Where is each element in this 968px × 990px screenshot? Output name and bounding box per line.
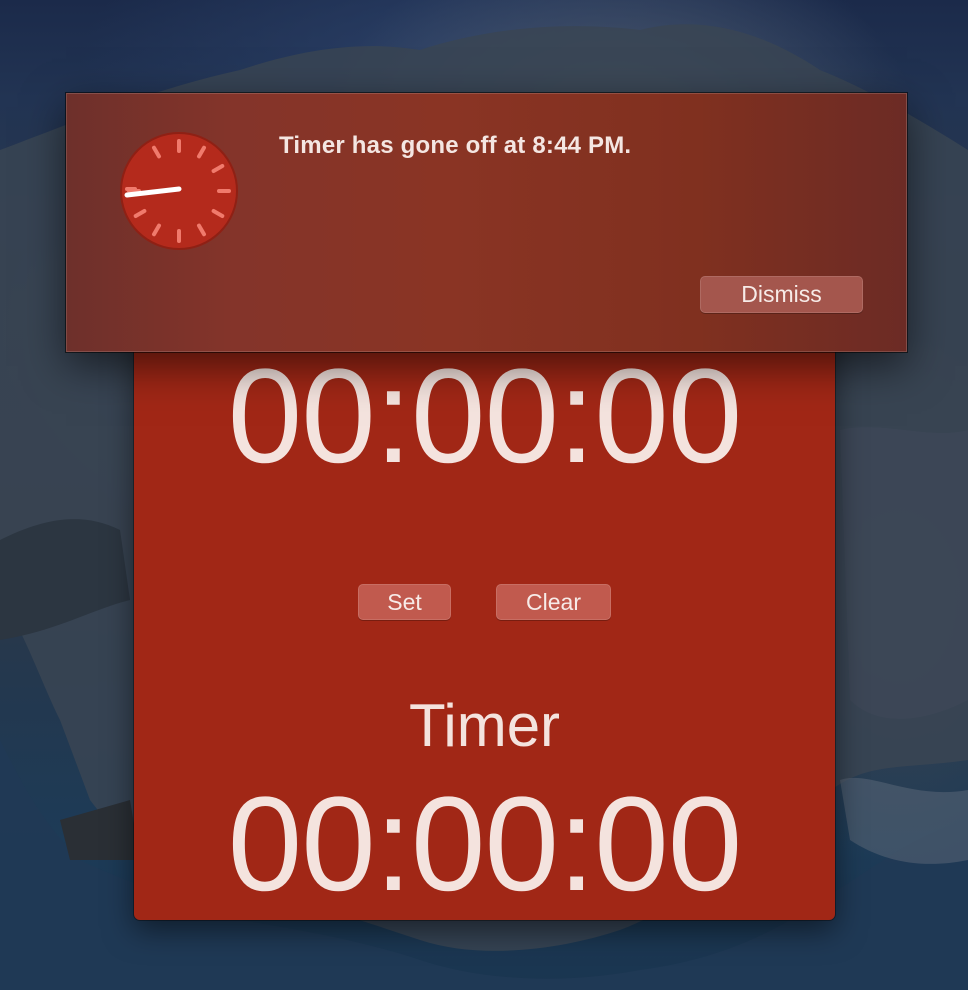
dismiss-button[interactable]: Dismiss (700, 276, 863, 313)
clock-icon (120, 132, 238, 250)
timer-window: 00:00:00 Set Clear Timer 00:00:00 (134, 300, 835, 920)
clock-display: 00:00:00 (227, 342, 743, 491)
notification-message: Timer has gone off at 8:44 PM. (279, 132, 632, 159)
timer-heading: Timer (408, 692, 561, 759)
timer-alert-notification: Timer has gone off at 8:44 PM. Dismiss (66, 93, 907, 352)
set-button[interactable]: Set (358, 584, 451, 620)
timer-display: 00:00:00 (227, 770, 743, 919)
clear-button[interactable]: Clear (496, 584, 611, 620)
